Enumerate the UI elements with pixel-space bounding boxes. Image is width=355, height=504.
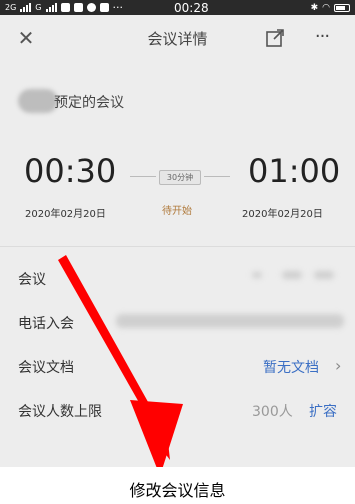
duration-badge: 30分钟 xyxy=(159,170,201,185)
wifi-icon: ◠ xyxy=(322,2,330,13)
status-left: 2G G ··· xyxy=(5,1,123,14)
app-notification-icon xyxy=(60,3,70,12)
documents-value: 暂无文档 xyxy=(263,360,319,376)
meeting-id-value-redacted xyxy=(252,272,262,278)
status-right: ✱ ◠ xyxy=(311,3,350,13)
meeting-id-value-redacted-2 xyxy=(282,271,302,279)
duration-line-right xyxy=(204,176,230,177)
carrier-label-2: G xyxy=(35,3,42,12)
end-date: 2020年02月20日 xyxy=(242,209,323,220)
dial-in-number-redacted xyxy=(116,314,344,328)
duration-line-left xyxy=(130,176,156,177)
meeting-time-block: 00:30 2020年02月20日 30分钟 待开始 01:00 2020年02… xyxy=(0,152,355,242)
meeting-status: 待开始 xyxy=(162,206,192,217)
organizer-row: 预定的会议 xyxy=(0,78,355,122)
documents-label: 会议文档 xyxy=(18,360,74,376)
documents-row[interactable]: 会议文档 暂无文档 › xyxy=(0,344,355,388)
carrier-label: 2G xyxy=(5,3,17,12)
signal-icon xyxy=(20,3,32,12)
start-time: 00:30 xyxy=(24,152,117,190)
dial-in-row[interactable]: 电话入会 xyxy=(0,300,355,344)
bluetooth-icon: ✱ xyxy=(310,2,319,13)
dial-in-label: 电话入会 xyxy=(18,316,74,332)
capacity-row: 会议人数上限 300人 扩容 xyxy=(0,388,355,432)
external-link-icon[interactable] xyxy=(264,27,286,49)
battery-icon xyxy=(334,3,350,12)
chevron-right-icon: › xyxy=(335,356,342,375)
meeting-id-label: 会议 xyxy=(18,272,46,288)
status-bar: 2G G ··· 00:28 ✱ ◠ xyxy=(0,0,355,15)
page-title: 会议详情 xyxy=(147,30,208,48)
organizer-label: 预定的会议 xyxy=(54,95,124,111)
browser-icon xyxy=(86,3,96,12)
caption-text: 修改会议信息 xyxy=(0,467,355,504)
expand-capacity-link[interactable]: 扩容 xyxy=(309,401,337,421)
meeting-id-row[interactable]: 会议 xyxy=(0,256,355,300)
nav-bar: ✕ 会议详情 ··· xyxy=(0,15,355,63)
clock: 00:28 xyxy=(174,0,209,15)
capacity-value: 300人 xyxy=(252,404,293,420)
capacity-label: 会议人数上限 xyxy=(18,404,102,420)
mail-icon xyxy=(73,3,83,12)
start-date: 2020年02月20日 xyxy=(25,209,106,220)
signal-icon-2 xyxy=(45,3,57,12)
meeting-id-value-redacted-3 xyxy=(314,271,334,279)
organizer-name-redacted xyxy=(18,89,58,113)
section-divider xyxy=(0,246,355,247)
more-notifications-icon: ··· xyxy=(112,1,124,14)
app-icon xyxy=(99,3,109,12)
meeting-detail-screen: ✕ 会议详情 ··· 预定的会议 00:30 2020年02月20日 30分钟 … xyxy=(0,15,355,467)
end-time: 01:00 xyxy=(248,152,341,190)
more-icon[interactable]: ··· xyxy=(310,25,334,49)
